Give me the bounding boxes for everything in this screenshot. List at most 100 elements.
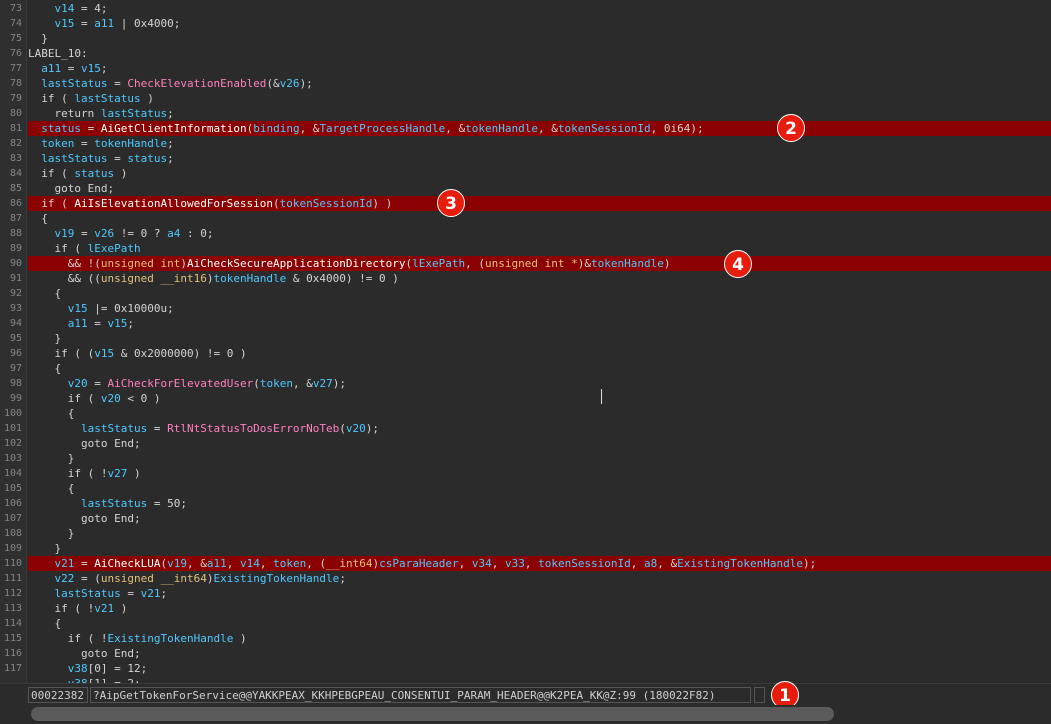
code-token: } (28, 452, 75, 465)
code-token: & 0x4000) != 0 ) (286, 272, 399, 285)
code-token: = (87, 377, 108, 390)
status-extra-field[interactable] (754, 687, 765, 703)
code-token: goto End; (28, 182, 115, 195)
code-token: LABEL_10: (28, 47, 88, 60)
code-line[interactable]: 113 if ( !v21 ) (0, 601, 1051, 616)
code-line[interactable]: 95 } (0, 331, 1051, 346)
code-line[interactable]: 75 } (0, 31, 1051, 46)
code-line[interactable]: 104 if ( !v27 ) (0, 466, 1051, 481)
address-offset-field[interactable]: 00022382 (28, 687, 88, 703)
code-line[interactable]: 108 } (0, 526, 1051, 541)
annotation-marker-4: 4 (724, 250, 752, 278)
code-line[interactable]: 94 a11 = v15; (0, 316, 1051, 331)
code-line[interactable]: 98 v20 = AiCheckForElevatedUser(token, &… (0, 376, 1051, 391)
line-number: 94 (9, 318, 22, 329)
code-line[interactable]: 111 v22 = (unsigned __int64)ExistingToke… (0, 571, 1051, 586)
code-text: v38[1] = 2; (28, 676, 141, 683)
code-line[interactable]: 74 v15 = a11 | 0x4000; (0, 16, 1051, 31)
code-token: ) (114, 602, 128, 615)
code-line[interactable]: 112 lastStatus = v21; (0, 586, 1051, 601)
code-line[interactable]: 102 goto End; (0, 436, 1051, 451)
line-number: 115 (3, 633, 22, 644)
code-line[interactable]: 91 && ((unsigned __int16)tokenHandle & 0… (0, 271, 1051, 286)
code-line[interactable]: 77 a11 = v15; (0, 61, 1051, 76)
highlighted-code-line[interactable]: 86 if ( AiIsElevationAllowedForSession(t… (0, 196, 1051, 211)
highlighted-code-line[interactable]: 110 v21 = AiCheckLUA(v19, &a11, v14, tok… (0, 556, 1051, 571)
code-line[interactable]: 92 { (0, 286, 1051, 301)
code-text: && ((unsigned __int16)tokenHandle & 0x40… (28, 271, 399, 286)
code-line[interactable]: 83 lastStatus = status; (0, 151, 1051, 166)
code-line[interactable]: 80 return lastStatus; (0, 106, 1051, 121)
code-line[interactable]: 73 v14 = 4; (0, 1, 1051, 16)
scrollbar-thumb[interactable] (31, 707, 834, 721)
highlighted-code-line[interactable]: 90 && !(unsigned int)AiCheckSecureApplic… (0, 256, 1051, 271)
line-number: 75 (9, 33, 22, 44)
code-line[interactable]: 109 } (0, 541, 1051, 556)
code-line[interactable]: 97 { (0, 361, 1051, 376)
code-line[interactable]: 85 goto End; (0, 181, 1051, 196)
line-number: 83 (9, 153, 22, 164)
code-token: token (259, 377, 293, 390)
code-token: , (259, 557, 274, 570)
highlighted-code-line[interactable]: 81 status = AiGetClientInformation(bindi… (0, 121, 1051, 136)
line-number: 113 (3, 603, 22, 614)
code-view[interactable]: 73 v14 = 4; 74 v15 = a11 | 0x4000; 75 } 76 L… (0, 0, 1051, 683)
code-token: lExePath (87, 242, 141, 255)
code-line[interactable]: 76 LABEL_10: (0, 46, 1051, 61)
code-token: = (87, 317, 108, 330)
code-line[interactable]: 117 v38[0] = 12; (0, 661, 1051, 676)
code-token: = (120, 587, 141, 600)
code-text: if ( lastStatus ) (28, 91, 154, 106)
code-token: tokenSessionId (557, 122, 651, 135)
code-text: if ( !ExistingTokenHandle ) (28, 631, 247, 646)
line-number: 99 (9, 393, 22, 404)
code-line[interactable]: 79 if ( lastStatus ) (0, 91, 1051, 106)
code-text: && !(unsigned int)AiCheckSecureApplicati… (28, 256, 671, 271)
code-line[interactable]: 106 lastStatus = 50; (0, 496, 1051, 511)
code-line[interactable]: 82 token = tokenHandle; (0, 136, 1051, 151)
code-line[interactable]: 88 v19 = v26 != 0 ? a4 : 0; (0, 226, 1051, 241)
code-text: { (28, 361, 61, 376)
code-line[interactable]: 78 lastStatus = CheckElevationEnabled(&v… (0, 76, 1051, 91)
horizontal-scrollbar[interactable] (0, 705, 1051, 724)
code-line[interactable]: 87 { (0, 211, 1051, 226)
code-line[interactable]: 100 { (0, 406, 1051, 421)
code-token: lastStatus (80, 422, 148, 435)
code-text: lastStatus = RtlNtStatusToDosErrorNoTeb(… (28, 421, 379, 436)
code-token: status (127, 152, 168, 165)
code-line[interactable]: 115 if ( !ExistingTokenHandle ) (0, 631, 1051, 646)
code-token: if ( ! (28, 602, 95, 615)
line-number: 92 (9, 288, 22, 299)
code-line[interactable]: 116 goto End; (0, 646, 1051, 661)
code-line[interactable]: 93 v15 |= 0x10000u; (0, 301, 1051, 316)
code-line[interactable]: 103 } (0, 451, 1051, 466)
code-token: } (28, 32, 48, 45)
code-token: v21 (54, 557, 75, 570)
code-text: if ( lExePath (28, 241, 141, 256)
code-line[interactable]: 105 { (0, 481, 1051, 496)
code-line[interactable]: v38[1] = 2; (0, 676, 1051, 683)
code-token: tokenSessionId (279, 197, 373, 210)
code-token: AiCheckForElevatedUser (107, 377, 254, 390)
code-line[interactable]: 84 if ( status ) (0, 166, 1051, 181)
code-token: lastStatus (54, 587, 121, 600)
code-text: return lastStatus; (28, 106, 173, 121)
function-location-field[interactable]: ?AipGetTokenForService@@YAKKPEAX_KKHPEBG… (90, 687, 751, 703)
code-text: v14 = 4; (28, 1, 108, 16)
code-line[interactable]: 89 if ( lExePath (0, 241, 1051, 256)
line-number: 104 (3, 468, 22, 479)
code-line[interactable]: 96 if ( (v15 & 0x2000000) != 0 ) (0, 346, 1051, 361)
code-line[interactable]: 107 goto End; (0, 511, 1051, 526)
code-line[interactable]: 99 if ( v20 < 0 ) (0, 391, 1051, 406)
code-text: if ( !v21 ) (28, 601, 127, 616)
code-token: ; (167, 152, 174, 165)
line-number: 86 (9, 198, 22, 209)
code-token: , ( (306, 557, 327, 570)
code-line[interactable]: 101 lastStatus = RtlNtStatusToDosErrorNo… (0, 421, 1051, 436)
code-line[interactable]: 114 { (0, 616, 1051, 631)
